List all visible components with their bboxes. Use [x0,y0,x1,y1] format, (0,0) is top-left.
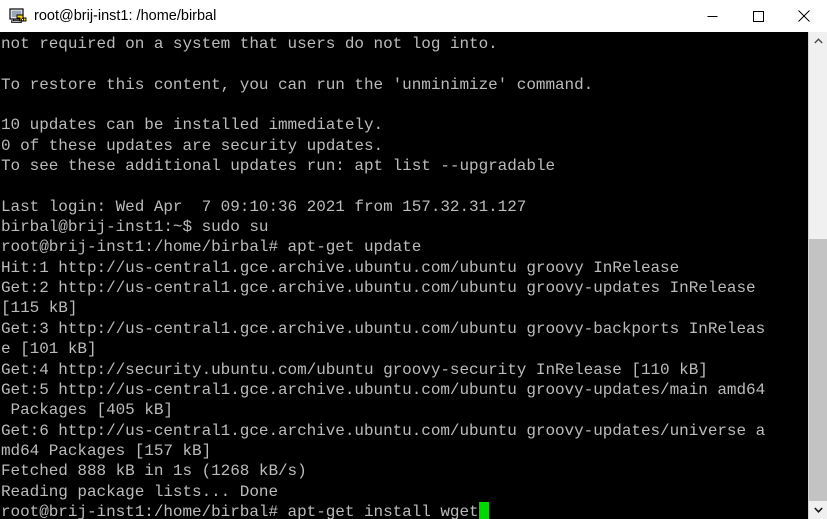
close-button[interactable] [781,0,827,32]
terminal-line: Last login: Wed Apr 7 09:10:36 2021 from… [1,197,527,216]
terminal-line: birbal@brij-inst1:~$ sudo su [1,218,269,237]
terminal-line: Fetched 888 kB in 1s (1268 kB/s) [1,462,307,481]
titlebar-left-group: root@brij-inst1: /home/birbal [0,7,216,25]
terminal-line: Get:5 http://us-central1.gce.archive.ubu… [1,380,766,399]
terminal-line: To see these additional updates run: apt… [1,157,555,176]
scroll-up-arrow-icon[interactable] [809,32,827,50]
command-input-text: apt-get install wget [278,502,479,519]
terminal-line: Packages [405 kB] [1,401,173,420]
putty-terminal-window: root@brij-inst1: /home/birbal not requir… [0,0,827,519]
scrollbar-thumb[interactable] [809,239,827,501]
terminal-line: Get:2 http://us-central1.gce.archive.ubu… [1,279,756,298]
terminal-line: md64 Packages [157 kB] [1,441,212,460]
terminal-line: [115 kB] [1,299,78,318]
terminal-line: not required on a system that users do n… [1,35,498,53]
terminal-line: 0 of these updates are security updates. [1,136,384,155]
putty-terminal-icon [9,7,27,25]
terminal-prompt-line[interactable]: root@brij-inst1:/home/birbal# apt-get in… [1,501,808,519]
terminal-line: Reading package lists... Done [1,482,278,501]
window-controls [689,0,827,32]
terminal-line: root@brij-inst1:/home/birbal# apt-get up… [1,238,422,257]
minimize-button[interactable] [689,0,735,32]
terminal-output[interactable]: not required on a system that users do n… [0,32,808,519]
scroll-down-arrow-icon[interactable] [809,501,827,519]
terminal-line: Get:4 http://security.ubuntu.com/ubuntu … [1,360,708,379]
terminal-line: Get:3 http://us-central1.gce.archive.ubu… [1,319,766,338]
window-titlebar[interactable]: root@brij-inst1: /home/birbal [0,0,827,32]
terminal-body: not required on a system that users do n… [0,32,827,519]
terminal-line: e [101 kB] [1,340,97,359]
terminal-scrollbar[interactable] [808,32,827,519]
maximize-button[interactable] [735,0,781,32]
terminal-cursor [478,501,489,519]
scrollbar-track[interactable] [809,50,827,501]
shell-prompt: root@brij-inst1:/home/birbal# [1,502,278,519]
window-title: root@brij-inst1: /home/birbal [34,7,217,24]
terminal-line: To restore this content, you can run the… [1,75,594,94]
terminal-line: Hit:1 http://us-central1.gce.archive.ubu… [1,258,680,277]
terminal-line: Get:6 http://us-central1.gce.archive.ubu… [1,421,766,440]
terminal-line: 10 updates can be installed immediately. [1,116,384,135]
